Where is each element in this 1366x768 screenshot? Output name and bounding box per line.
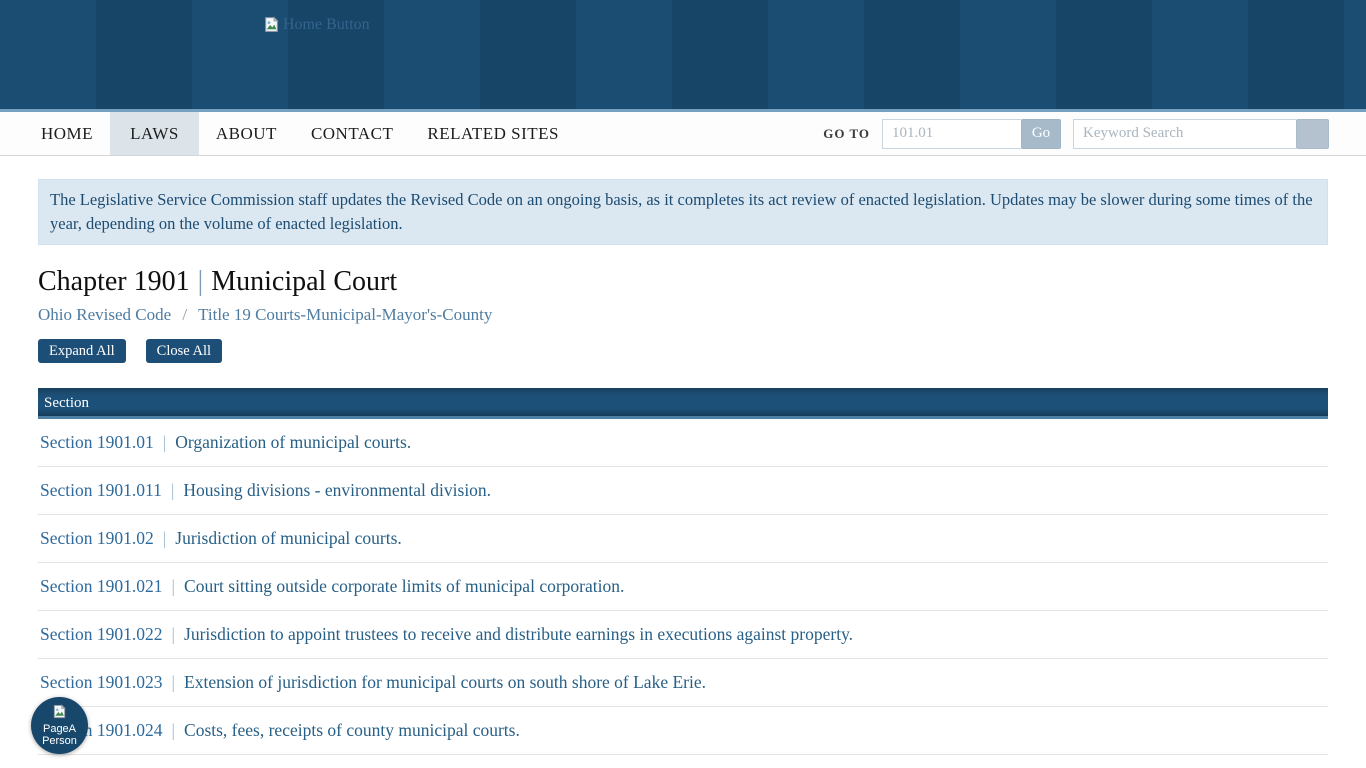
broken-image-icon — [263, 16, 280, 38]
section-title-link[interactable]: Costs, fees, receipts of county municipa… — [184, 720, 520, 740]
home-button-alt-text: Home Button — [283, 16, 370, 34]
breadcrumb-separator: / — [175, 305, 194, 324]
section-title-link[interactable]: Court sitting outside corporate limits o… — [184, 576, 624, 596]
widget-alt-line-2: Person — [42, 735, 77, 747]
section-separator: | — [163, 672, 185, 692]
section-separator: | — [154, 432, 176, 452]
go-button[interactable]: Go — [1021, 119, 1061, 149]
title-separator: | — [190, 266, 212, 297]
section-row: Section 1901.011|Housing divisions - env… — [38, 467, 1328, 515]
section-table-header: Section — [38, 388, 1328, 419]
section-separator: | — [154, 528, 176, 548]
close-all-button[interactable]: Close All — [146, 339, 222, 363]
chapter-number: Chapter 1901 — [38, 266, 190, 297]
broken-image-icon — [52, 704, 67, 722]
section-number-link[interactable]: Section 1901.02 — [40, 528, 154, 548]
section-number-link[interactable]: Section 1901.011 — [40, 480, 162, 500]
action-buttons: Expand All Close All — [38, 339, 1328, 363]
nav-menu: HOMELAWSABOUTCONTACTRELATED SITES — [24, 112, 576, 155]
section-number-link[interactable]: Section 1901.01 — [40, 432, 154, 452]
section-row: Section 1901.01|Organization of municipa… — [38, 419, 1328, 467]
nav-controls: GO TO Go — [823, 112, 1329, 155]
widget-alt-line-1: PageA — [43, 723, 76, 735]
nav-item-laws[interactable]: LAWS — [110, 112, 199, 155]
section-separator: | — [163, 624, 185, 644]
section-title-link[interactable]: Jurisdiction to appoint trustees to rece… — [184, 624, 853, 644]
breadcrumb: Ohio Revised Code / Title 19 Courts-Muni… — [38, 305, 1328, 325]
section-table: Section Section 1901.01|Organization of … — [38, 388, 1328, 768]
nav-item-home[interactable]: HOME — [24, 112, 110, 155]
site-header: Home Button — [0, 0, 1366, 112]
section-row: Section 1901.022|Jurisdiction to appoint… — [38, 611, 1328, 659]
section-title-link[interactable]: Organization of municipal courts. — [175, 432, 411, 452]
keyword-search-input[interactable] — [1073, 119, 1296, 149]
section-separator: | — [162, 480, 184, 500]
section-row: Section 1901.024|Costs, fees, receipts o… — [38, 707, 1328, 755]
nav-item-about[interactable]: ABOUT — [199, 112, 294, 155]
expand-all-button[interactable]: Expand All — [38, 339, 126, 363]
section-row: Section 1901.026|Territorial jurisdictio… — [38, 755, 1328, 768]
page-title: Chapter 1901|Municipal Court — [38, 266, 1328, 298]
section-separator: | — [163, 576, 185, 596]
section-title-link[interactable]: Jurisdiction of municipal courts. — [175, 528, 402, 548]
nav-bar: HOMELAWSABOUTCONTACTRELATED SITES GO TO … — [0, 112, 1366, 156]
section-row: Section 1901.021|Court sitting outside c… — [38, 563, 1328, 611]
breadcrumb-link-title-19[interactable]: Title 19 Courts-Municipal-Mayor's-County — [198, 305, 492, 324]
goto-label: GO TO — [823, 126, 870, 142]
nav-item-contact[interactable]: CONTACT — [294, 112, 410, 155]
page-assist-widget-button[interactable]: PageA Person — [31, 697, 88, 754]
chapter-name: Municipal Court — [211, 266, 397, 297]
home-button-link[interactable]: Home Button — [263, 16, 370, 38]
main-content: The Legislative Service Commission staff… — [0, 179, 1366, 768]
section-row: Section 1901.02|Jurisdiction of municipa… — [38, 515, 1328, 563]
section-row: Section 1901.023|Extension of jurisdicti… — [38, 659, 1328, 707]
section-list: Section 1901.01|Organization of municipa… — [38, 419, 1328, 768]
search-button[interactable] — [1296, 119, 1329, 149]
section-number-link[interactable]: Section 1901.022 — [40, 624, 163, 644]
update-notice-banner: The Legislative Service Commission staff… — [38, 179, 1328, 245]
section-title-link[interactable]: Extension of jurisdiction for municipal … — [184, 672, 706, 692]
section-title-link[interactable]: Housing divisions - environmental divisi… — [183, 480, 491, 500]
nav-item-related-sites[interactable]: RELATED SITES — [410, 112, 576, 155]
section-number-link[interactable]: Section 1901.023 — [40, 672, 163, 692]
section-separator: | — [163, 720, 185, 740]
section-number-link[interactable]: Section 1901.021 — [40, 576, 163, 596]
goto-input[interactable] — [882, 119, 1021, 149]
breadcrumb-link-ohio-revised-code[interactable]: Ohio Revised Code — [38, 305, 171, 324]
